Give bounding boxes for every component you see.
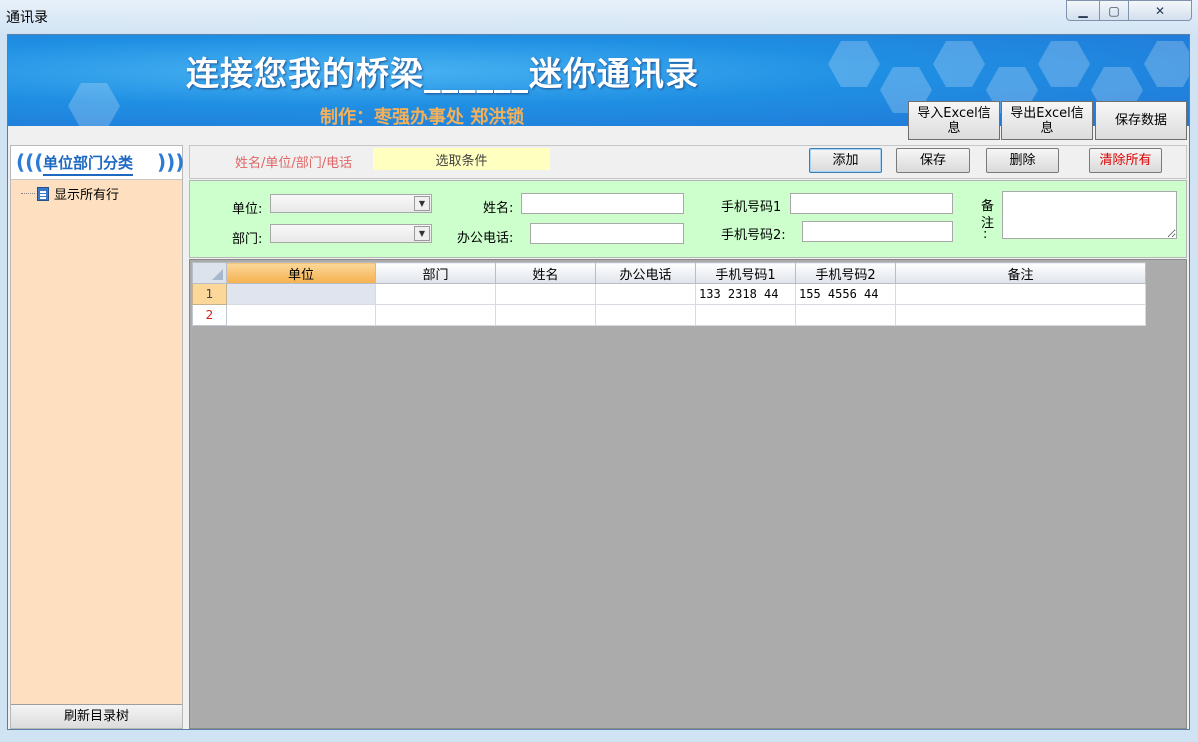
table-cell[interactable]: [226, 304, 376, 326]
office-phone-field[interactable]: [530, 223, 684, 244]
window-title: 通讯录: [6, 10, 48, 26]
column-header[interactable]: 姓名: [495, 262, 596, 284]
mobile2-label: 手机号码2:: [721, 228, 786, 243]
search-toolbar: 姓名/单位/部门/电话 添加 保存 删除 清除所有: [189, 145, 1187, 179]
table-cell[interactable]: 155 4556 44: [795, 283, 896, 305]
table-cell[interactable]: 133 2318 44: [695, 283, 796, 305]
column-header[interactable]: 办公电话: [595, 262, 696, 284]
hexagon-decoration: [828, 41, 880, 87]
maximize-button[interactable]: ▢: [1099, 0, 1129, 21]
import-excel-button[interactable]: 导入Excel信息: [908, 101, 1000, 140]
sidebar-header: ))) 单位部门分类 ))): [11, 146, 185, 180]
table-cell[interactable]: [695, 304, 796, 326]
save-button[interactable]: 保存: [896, 148, 970, 173]
table-row[interactable]: 1 133 2318 44 155 4556 44: [192, 283, 1146, 305]
search-hint: 姓名/单位/部门/电话: [235, 156, 353, 171]
table-cell[interactable]: [495, 283, 596, 305]
table-row[interactable]: 2: [192, 304, 1146, 326]
signal-icon: ))): [157, 150, 185, 174]
mobile1-field[interactable]: [790, 193, 953, 214]
chevron-down-icon: ▼: [414, 226, 430, 241]
contacts-grid: 单位 部门 姓名 办公电话 手机号码1 手机号码2 备注 1 133 2318 …: [189, 259, 1187, 729]
corner-triangle-icon: [212, 269, 223, 280]
unit-label: 单位:: [232, 202, 263, 217]
banner-title: 连接您我的桥梁______迷你通讯录: [186, 54, 699, 93]
select-all-corner[interactable]: [192, 262, 227, 284]
unit-select[interactable]: ▼: [270, 194, 432, 213]
refresh-tree-button[interactable]: 刷新目录树: [11, 704, 182, 728]
banner-subtitle: 制作：枣强办事处 郑洪锁: [320, 107, 525, 126]
tree-connector: [21, 193, 35, 194]
contacts-table: 单位 部门 姓名 办公电话 手机号码1 手机号码2 备注 1 133 2318 …: [192, 262, 1146, 326]
signal-icon: ))): [16, 150, 44, 174]
table-cell[interactable]: [226, 283, 376, 305]
maximize-icon: ▢: [1108, 3, 1120, 18]
save-data-button[interactable]: 保存数据: [1095, 101, 1187, 140]
tree-item-label: 显示所有行: [54, 188, 120, 203]
hexagon-decoration: [933, 41, 985, 87]
dept-label: 部门:: [232, 232, 263, 247]
table-cell[interactable]: [895, 283, 1146, 305]
hexagon-decoration: [1144, 41, 1189, 87]
table-cell[interactable]: [375, 283, 496, 305]
table-cell[interactable]: [595, 283, 696, 305]
mobile2-field[interactable]: [802, 221, 953, 242]
table-cell[interactable]: [595, 304, 696, 326]
note-field[interactable]: [1002, 191, 1177, 239]
column-header[interactable]: 备注: [895, 262, 1146, 284]
table-cell[interactable]: [895, 304, 1146, 326]
hexagon-decoration: [1038, 41, 1090, 87]
category-sidebar: ))) 单位部门分类 ))) 显示所有行 刷新目录树: [10, 145, 185, 729]
hexagon-decoration: [68, 83, 120, 126]
delete-button[interactable]: 删除: [986, 148, 1059, 173]
mobile1-label: 手机号码1: [721, 200, 782, 215]
note-label: :: [983, 227, 988, 242]
chevron-down-icon: ▼: [414, 196, 430, 211]
row-number[interactable]: 2: [192, 304, 227, 326]
column-header[interactable]: 手机号码1: [695, 262, 796, 284]
column-header[interactable]: 手机号码2: [795, 262, 896, 284]
app-frame: 连接您我的桥梁______迷你通讯录 制作：枣强办事处 郑洪锁 导入Excel信…: [7, 34, 1190, 730]
close-button[interactable]: ✕: [1128, 0, 1192, 21]
add-button[interactable]: 添加: [809, 148, 882, 173]
document-icon: [37, 186, 49, 201]
sidebar-title: 单位部门分类: [43, 152, 134, 176]
search-input[interactable]: [373, 148, 550, 170]
name-field[interactable]: [521, 193, 684, 214]
tree-item-show-all[interactable]: 显示所有行: [21, 184, 119, 203]
export-excel-button[interactable]: 导出Excel信息: [1001, 101, 1093, 140]
office-phone-label: 办公电话:: [457, 231, 514, 246]
name-label: 姓名:: [483, 201, 514, 216]
table-header-row: 单位 部门 姓名 办公电话 手机号码1 手机号码2 备注: [192, 262, 1146, 284]
table-cell[interactable]: [495, 304, 596, 326]
table-cell[interactable]: [375, 304, 496, 326]
minimize-icon: ▁: [1078, 3, 1088, 18]
dept-select[interactable]: ▼: [270, 224, 432, 243]
close-icon: ✕: [1154, 3, 1166, 18]
row-number[interactable]: 1: [192, 283, 227, 305]
window-titlebar: 通讯录 ▁ ▢ ✕: [0, 0, 1198, 34]
table-cell[interactable]: [795, 304, 896, 326]
entry-form: 单位: ▼ 部门: ▼ 姓名: 办公电话: 手机号码1 手机号码2: 备 注 :: [189, 180, 1187, 258]
minimize-button[interactable]: ▁: [1066, 0, 1100, 21]
clear-all-button[interactable]: 清除所有: [1089, 148, 1162, 173]
column-header[interactable]: 单位: [226, 262, 376, 284]
column-header[interactable]: 部门: [375, 262, 496, 284]
